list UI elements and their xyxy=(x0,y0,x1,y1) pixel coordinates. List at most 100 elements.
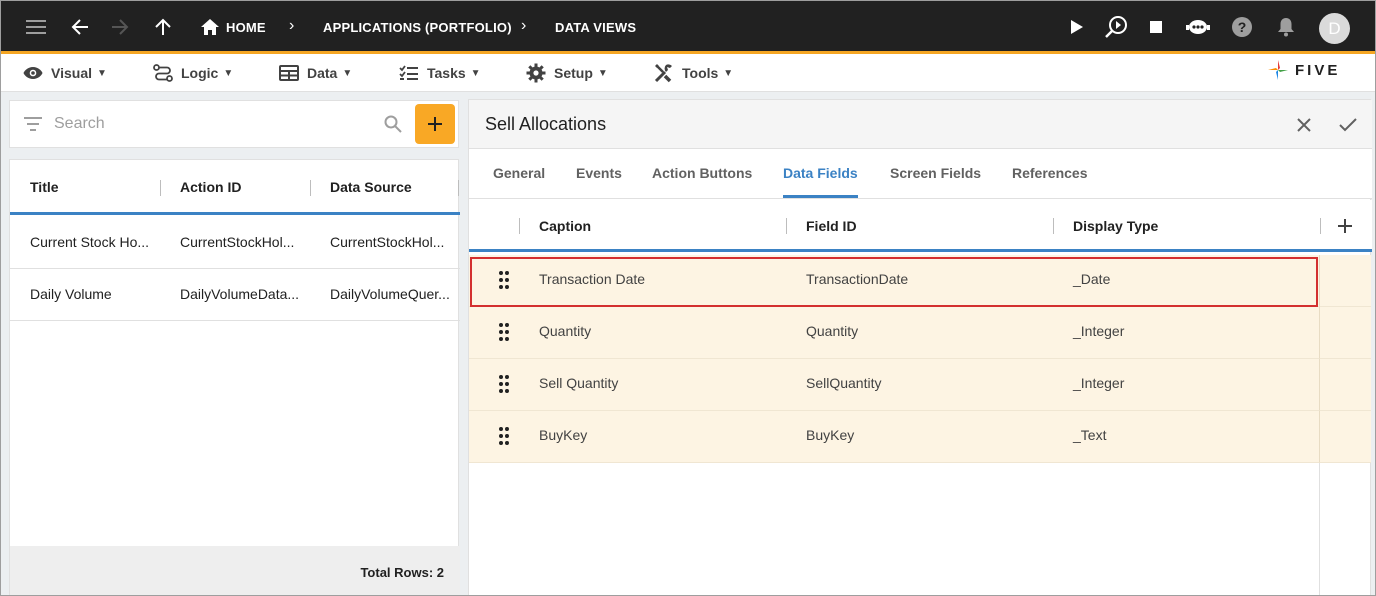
menu-visual-label: Visual xyxy=(51,65,92,81)
list-item[interactable]: Daily Volume DailyVolumeData... DailyVol… xyxy=(10,269,460,321)
avatar-letter: D xyxy=(1328,18,1341,38)
menu-tools[interactable]: Tools ▼ xyxy=(654,54,733,92)
list-cell-title: Current Stock Ho... xyxy=(30,234,150,250)
cell-field-id: SellQuantity xyxy=(806,375,882,391)
menu-tasks[interactable]: Tasks ▼ xyxy=(399,54,481,92)
list-item[interactable]: Current Stock Ho... CurrentStockHol... C… xyxy=(10,217,460,269)
breadcrumb-home[interactable]: HOME xyxy=(226,20,266,35)
table-row[interactable]: Sell Quantity SellQuantity _Integer xyxy=(469,359,1319,411)
forward-arrow-icon[interactable] xyxy=(106,13,134,41)
tab-data-fields[interactable]: Data Fields xyxy=(783,165,858,181)
cell-caption: Quantity xyxy=(539,323,592,339)
table-row[interactable]: Transaction Date TransactionDate _Date xyxy=(469,255,1319,307)
column-divider[interactable] xyxy=(458,180,459,196)
gear-icon xyxy=(526,63,546,83)
breadcrumb-data-views[interactable]: DATA VIEWS xyxy=(555,20,636,35)
add-record-button[interactable] xyxy=(415,104,455,144)
chat-bot-icon[interactable] xyxy=(1184,13,1212,41)
add-field-plus-icon[interactable] xyxy=(1337,218,1353,234)
caret-down-icon: ▼ xyxy=(97,67,107,79)
svg-text:?: ? xyxy=(1238,19,1247,35)
search-icon[interactable] xyxy=(384,115,402,133)
data-views-list: Title Action ID Data Source Current Stoc… xyxy=(9,159,460,595)
tab-references[interactable]: References xyxy=(1012,165,1088,181)
panel-header: Sell Allocations xyxy=(469,100,1372,149)
drag-handle-icon[interactable] xyxy=(499,323,509,341)
tab-screen-fields[interactable]: Screen Fields xyxy=(890,165,981,181)
up-arrow-icon[interactable] xyxy=(149,13,177,41)
caret-down-icon: ▼ xyxy=(223,67,234,79)
menu-tools-label: Tools xyxy=(682,65,719,81)
cell-display-type: _Date xyxy=(1073,271,1111,287)
menu-logic-label: Logic xyxy=(181,65,219,81)
column-header-caption[interactable]: Caption xyxy=(539,218,591,234)
filter-icon[interactable] xyxy=(24,117,42,131)
home-icon[interactable] xyxy=(196,13,224,41)
table-row[interactable]: BuyKey BuyKey _Text xyxy=(469,411,1319,463)
column-divider[interactable] xyxy=(519,218,520,234)
menu-tasks-label: Tasks xyxy=(427,65,466,81)
tab-events[interactable]: Events xyxy=(576,165,622,181)
cell-display-type: _Integer xyxy=(1073,375,1125,391)
save-check-icon[interactable] xyxy=(1336,113,1360,137)
row-tail-cell xyxy=(1319,411,1371,463)
caret-down-icon: ▼ xyxy=(723,67,734,79)
hamburger-menu-icon[interactable] xyxy=(22,13,50,41)
column-divider[interactable] xyxy=(1053,218,1054,234)
menu-visual[interactable]: Visual ▼ xyxy=(23,54,107,92)
cell-caption: Sell Quantity xyxy=(539,375,619,391)
stop-icon[interactable] xyxy=(1142,13,1170,41)
menu-logic[interactable]: Logic ▼ xyxy=(153,54,233,92)
column-divider[interactable] xyxy=(310,180,311,196)
column-divider[interactable] xyxy=(1320,218,1321,234)
column-header-data-source[interactable]: Data Source xyxy=(330,179,412,195)
caret-down-icon: ▼ xyxy=(470,67,481,79)
back-arrow-icon[interactable] xyxy=(66,13,94,41)
tab-general[interactable]: General xyxy=(493,165,545,181)
breadcrumb-applications[interactable]: APPLICATIONS (PORTFOLIO) xyxy=(323,20,512,35)
drag-handle-icon[interactable] xyxy=(499,375,509,393)
column-header-title[interactable]: Title xyxy=(30,179,59,195)
tasks-icon xyxy=(399,65,418,80)
user-avatar[interactable]: D xyxy=(1319,13,1350,44)
top-app-bar: HOME › APPLICATIONS (PORTFOLIO) › DATA V… xyxy=(1,1,1375,54)
menu-data[interactable]: Data ▼ xyxy=(279,54,352,92)
tools-icon xyxy=(654,64,672,83)
row-tail-cell xyxy=(1319,255,1371,307)
notifications-bell-icon[interactable] xyxy=(1272,13,1300,41)
five-logo-text: FIVE xyxy=(1295,61,1341,79)
caret-down-icon: ▼ xyxy=(342,67,353,79)
grid-column-line xyxy=(1319,463,1320,595)
column-header-field-id[interactable]: Field ID xyxy=(806,218,857,234)
table-icon xyxy=(279,65,299,81)
column-divider[interactable] xyxy=(786,218,787,234)
debug-search-icon[interactable] xyxy=(1102,13,1130,41)
column-header-action-id[interactable]: Action ID xyxy=(180,179,241,195)
chevron-right-icon: › xyxy=(289,17,295,34)
column-divider[interactable] xyxy=(160,180,161,196)
row-tail-cell xyxy=(1319,307,1371,359)
plus-icon xyxy=(428,117,442,131)
cell-field-id: Quantity xyxy=(806,323,859,339)
menu-setup[interactable]: Setup ▼ xyxy=(526,54,608,92)
cell-display-type: _Text xyxy=(1073,427,1107,443)
column-header-display-type[interactable]: Display Type xyxy=(1073,218,1158,234)
table-row[interactable]: Quantity Quantity _Integer xyxy=(469,307,1319,359)
help-icon[interactable]: ? xyxy=(1228,13,1256,41)
left-search-bar: Search xyxy=(9,100,459,148)
row-tail-cell xyxy=(1319,359,1371,411)
close-icon[interactable] xyxy=(1292,113,1316,137)
list-cell-action-id: CurrentStockHol... xyxy=(180,234,295,250)
cell-field-id: BuyKey xyxy=(806,427,855,443)
list-header: Title Action ID Data Source xyxy=(10,160,460,215)
drag-handle-icon[interactable] xyxy=(499,271,509,289)
data-fields-grid-header: Caption Field ID Display Type xyxy=(469,200,1372,252)
search-input[interactable]: Search xyxy=(54,115,105,133)
menu-setup-label: Setup xyxy=(554,65,593,81)
tab-action-buttons[interactable]: Action Buttons xyxy=(652,165,752,181)
play-icon[interactable] xyxy=(1063,13,1091,41)
active-tab-indicator xyxy=(783,195,858,198)
list-cell-data-source: DailyVolumeQuer... xyxy=(330,286,450,302)
drag-handle-icon[interactable] xyxy=(499,427,509,445)
five-logo-icon xyxy=(1268,60,1288,80)
